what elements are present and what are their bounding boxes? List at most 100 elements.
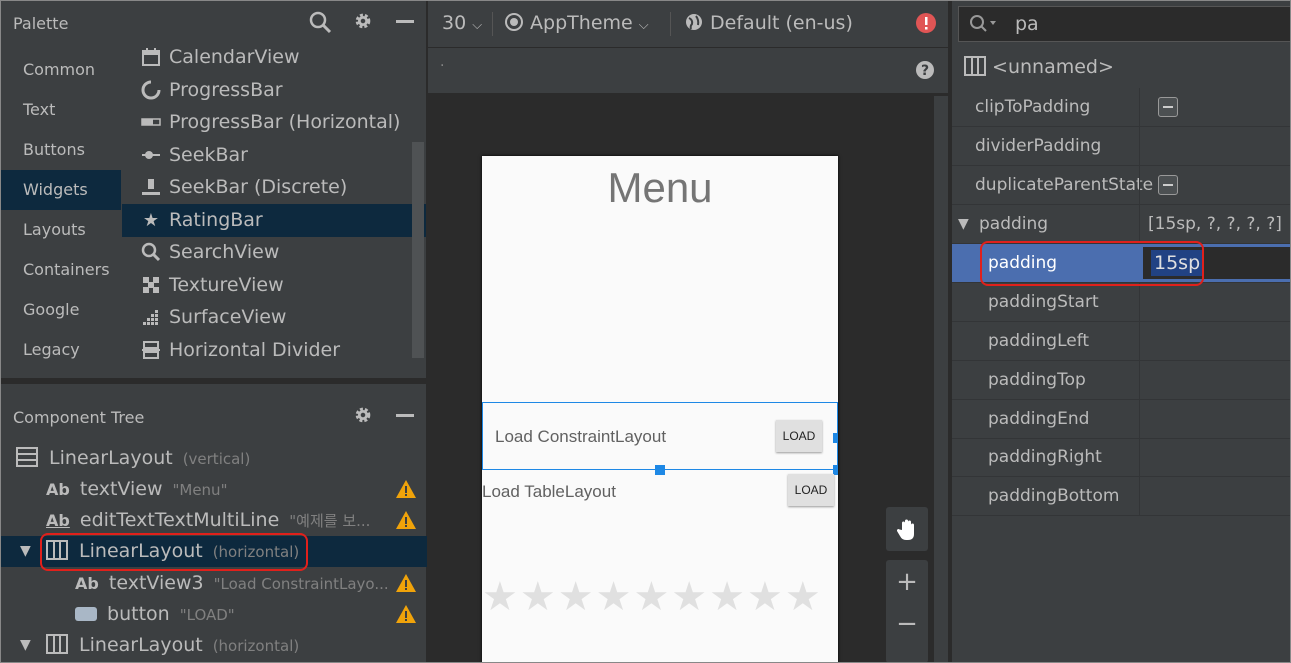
device-preview[interactable]: Menu Load ConstraintLayout LOAD Load Tab…: [482, 156, 838, 663]
attr-row-dividerpadding[interactable]: dividerPadding: [952, 127, 1291, 166]
category-text[interactable]: Text: [0, 90, 121, 130]
tree-row-textview[interactable]: Ab textView "Menu": [0, 474, 427, 505]
attr-row-cliptopadding[interactable]: clipToPadding: [952, 88, 1291, 127]
seekbar-icon: [140, 145, 162, 167]
column-divider: [1139, 438, 1140, 476]
design-toolbar: 30 ⌵ AppTheme ⌵ Default (en-us): [428, 0, 948, 48]
warning-icon[interactable]: [395, 479, 417, 499]
preview-load-button-1[interactable]: LOAD: [776, 420, 822, 452]
search-icon: [970, 15, 996, 32]
palette-item-seekbar-discrete[interactable]: SeekBar (Discrete): [122, 171, 426, 204]
preview-load-button-2[interactable]: LOAD: [788, 474, 834, 506]
gear-icon[interactable]: [350, 10, 376, 36]
palette-item-ratingbar[interactable]: ★ RatingBar: [122, 204, 426, 237]
duplicateparentstate-checkbox[interactable]: [1158, 175, 1178, 195]
expand-arrow-icon[interactable]: ▼: [20, 630, 31, 661]
api-level-dropdown[interactable]: 30 ⌵: [442, 12, 482, 34]
star-icon: ★: [142, 210, 160, 231]
preview-textview3[interactable]: Load ConstraintLayout: [495, 427, 666, 447]
category-common[interactable]: Common: [0, 50, 121, 90]
calendar-icon: [140, 47, 162, 69]
tree-row-linearlayout-horizontal-2[interactable]: ▼ LinearLayout (horizontal): [0, 630, 427, 661]
palette-item-searchview[interactable]: SearchView: [122, 236, 426, 269]
attribute-search-field[interactable]: pa: [958, 6, 1291, 42]
category-buttons[interactable]: Buttons: [0, 130, 121, 170]
locale-dropdown[interactable]: Default (en-us): [684, 12, 853, 34]
tree-row-edittext[interactable]: Ab editTextTextMultiLine "예제를 보...: [0, 505, 427, 536]
attr-row-paddingbottom[interactable]: paddingBottom: [952, 477, 1291, 516]
progress-circle-icon: [140, 80, 162, 102]
column-divider: [1139, 88, 1140, 126]
button-icon: [75, 607, 97, 621]
column-divider: [1139, 283, 1140, 321]
theme-dropdown[interactable]: AppTheme ⌵: [504, 12, 649, 34]
seekbar-discrete-icon: [140, 177, 162, 199]
palette-item-seekbar[interactable]: SeekBar: [122, 139, 426, 172]
warning-icon[interactable]: [395, 510, 417, 530]
column-divider: [1139, 477, 1140, 515]
preview-menu-title[interactable]: Menu: [482, 164, 838, 212]
linear-layout-vertical-icon: [16, 447, 38, 467]
column-divider: [1139, 205, 1140, 243]
error-icon[interactable]: [915, 12, 937, 39]
surface-icon: [140, 307, 162, 329]
minimize-icon[interactable]: [392, 10, 418, 36]
attributes-panel: pa <unnamed> clipToPadding dividerPaddin…: [950, 0, 1291, 663]
attr-row-paddingleft[interactable]: paddingLeft: [952, 322, 1291, 361]
resize-handle-bottom[interactable]: [655, 465, 665, 475]
attribute-search-input[interactable]: pa: [1015, 13, 1039, 35]
palette-item-progressbar-horizontal[interactable]: ProgressBar (Horizontal): [122, 106, 426, 139]
selected-component-id: <unnamed>: [992, 56, 1114, 78]
texture-icon: [140, 275, 162, 297]
attr-row-padding-group[interactable]: ▼ padding [15sp, ?, ?, ?, ?]: [952, 205, 1291, 244]
toolbar-separator: [670, 12, 671, 36]
collapse-arrow-icon[interactable]: ▼: [958, 205, 969, 243]
component-tree-title: Component Tree: [13, 408, 145, 427]
attr-row-paddingright[interactable]: paddingRight: [952, 438, 1291, 477]
palette-scrollbar[interactable]: [412, 142, 424, 358]
svg-text:?: ?: [921, 63, 929, 79]
category-widgets[interactable]: Widgets: [0, 170, 121, 210]
zoom-in-button[interactable]: +: [886, 560, 928, 604]
gear-icon[interactable]: [350, 404, 376, 430]
attr-row-paddingend[interactable]: paddingEnd: [952, 400, 1291, 439]
palette-item-calendarview[interactable]: CalendarView: [122, 41, 426, 74]
attr-row-paddingstart[interactable]: paddingStart: [952, 283, 1291, 322]
palette-item-surfaceview[interactable]: SurfaceView: [122, 301, 426, 334]
palette-item-textureview[interactable]: TextureView: [122, 269, 426, 302]
attr-row-paddingtop[interactable]: paddingTop: [952, 361, 1291, 400]
tree-row-textview3[interactable]: Ab textView3 "Load ConstraintLayo...: [0, 568, 427, 599]
category-containers[interactable]: Containers: [0, 250, 121, 290]
palette-title: Palette: [13, 14, 69, 33]
preview-ratingbar[interactable]: ★★★★★★★★★: [482, 574, 838, 620]
cliptopadding-checkbox[interactable]: [1158, 97, 1178, 117]
minimize-icon[interactable]: [392, 404, 418, 430]
search-icon[interactable]: [307, 10, 333, 36]
progress-bar-icon: [140, 112, 162, 134]
palette-item-progressbar[interactable]: ProgressBar: [122, 74, 426, 107]
preview-load-table-label[interactable]: Load TableLayout: [482, 482, 616, 502]
category-layouts[interactable]: Layouts: [0, 210, 121, 250]
help-icon[interactable]: ?: [915, 60, 935, 84]
globe-icon: [686, 14, 702, 30]
tree-row-linearlayout-vertical[interactable]: LinearLayout (vertical): [0, 443, 427, 474]
pan-hand-button[interactable]: [886, 507, 928, 551]
palette-item-horizontal-divider[interactable]: Horizontal Divider: [122, 334, 426, 367]
text-ab-icon: Ab: [75, 574, 99, 593]
resize-handle-right[interactable]: [833, 433, 838, 443]
palette-panel: Palette Common Text Buttons Widgets Layo…: [0, 0, 427, 378]
tree-row-button[interactable]: button "LOAD": [0, 599, 427, 630]
warning-icon[interactable]: [395, 573, 417, 593]
expand-arrow-icon[interactable]: ▼: [20, 536, 31, 567]
zoom-out-button[interactable]: −: [886, 604, 928, 648]
category-legacy[interactable]: Legacy: [0, 330, 121, 370]
divider-icon: [140, 340, 162, 362]
warning-icon[interactable]: [395, 604, 417, 624]
theme-icon: [505, 13, 523, 31]
category-google[interactable]: Google: [0, 290, 121, 330]
preview-linearlayout-selected[interactable]: Load ConstraintLayout LOAD: [482, 402, 838, 475]
attr-row-duplicateparentstate[interactable]: duplicateParentState: [952, 166, 1291, 205]
toolbar-dot: ·: [440, 58, 445, 74]
text-ab-icon: Ab: [46, 480, 70, 499]
canvas-scrollbar[interactable]: [934, 96, 948, 663]
